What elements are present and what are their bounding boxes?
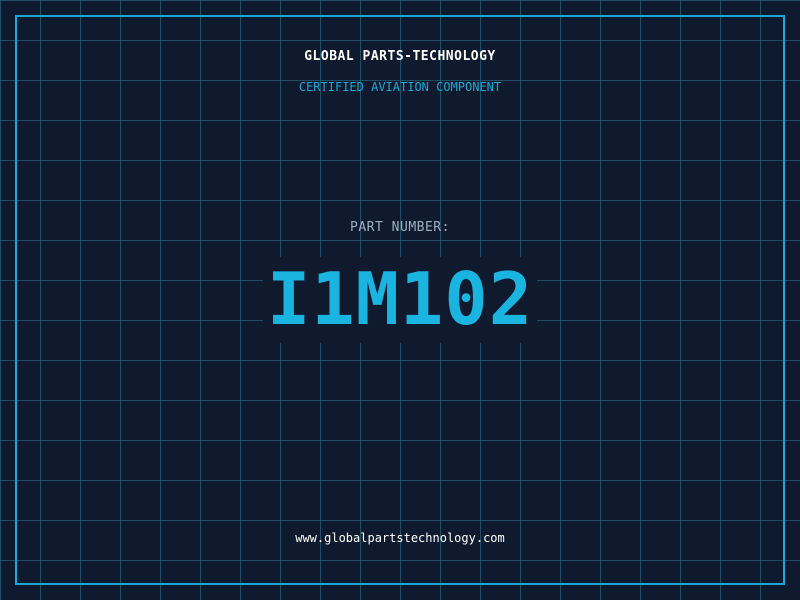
part-number-value: I1M102 xyxy=(262,257,538,343)
website-url: www.globalpartstechnology.com xyxy=(295,531,505,545)
part-number-label: PART NUMBER: xyxy=(350,220,450,235)
part-number-display: I1M102 xyxy=(0,257,800,343)
certification-subtitle: CERTIFIED AVIATION COMPONENT xyxy=(298,80,502,94)
brand-title: GLOBAL PARTS-TECHNOLOGY xyxy=(304,49,496,64)
